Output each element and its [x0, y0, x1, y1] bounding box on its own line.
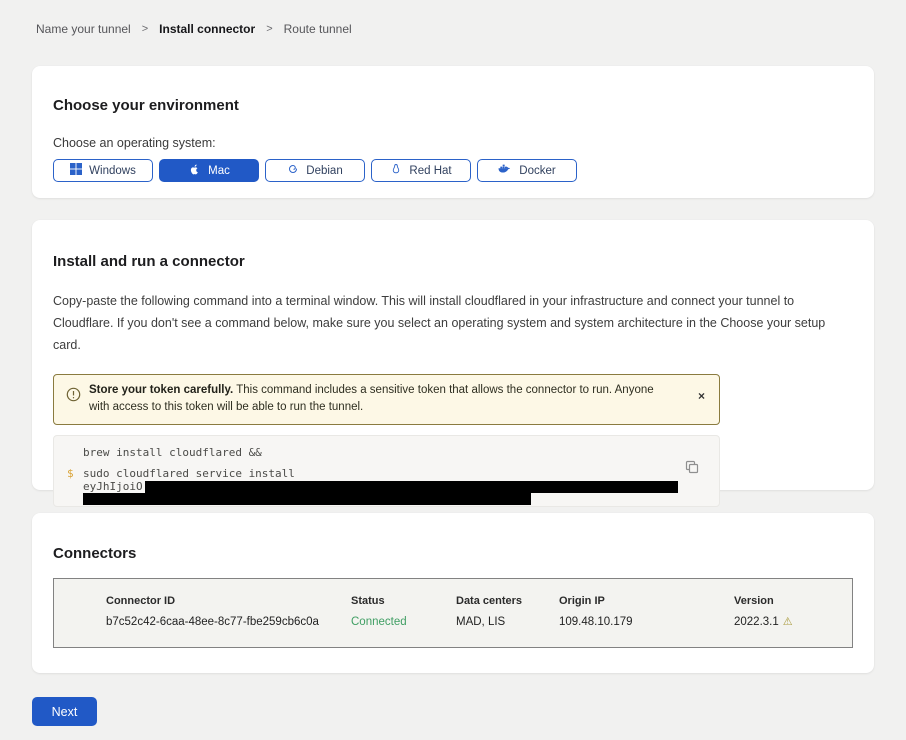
- breadcrumb-step-name-your-tunnel[interactable]: Name your tunnel: [36, 22, 131, 36]
- breadcrumb-separator: >: [142, 23, 148, 35]
- token-prefix: eyJhIjoiO: [83, 480, 143, 493]
- os-button-label: Red Hat: [409, 165, 451, 177]
- connectors-table: Connector ID Status Data centers Origin …: [53, 578, 853, 648]
- code-command: sudo cloudflared service install: [83, 467, 295, 480]
- column-header-connector-id: Connector ID: [106, 595, 351, 607]
- os-button-group: Windows Mac Debian Red Hat Docker: [53, 159, 853, 182]
- version-value: 2022.3.1 ⚠: [734, 615, 852, 628]
- alert-title: Store your token carefully.: [89, 384, 233, 396]
- environment-card: Choose your environment Choose an operat…: [32, 66, 874, 198]
- status-badge: Connected: [351, 616, 456, 628]
- data-centers-value: MAD, LIS: [456, 616, 559, 628]
- os-button-label: Windows: [89, 165, 136, 177]
- breadcrumb-step-route-tunnel[interactable]: Route tunnel: [284, 22, 352, 36]
- install-description: Copy-paste the following command into a …: [53, 291, 853, 357]
- copy-icon[interactable]: [685, 460, 699, 477]
- next-button[interactable]: Next: [32, 697, 97, 726]
- environment-card-title: Choose your environment: [53, 66, 853, 114]
- table-row: b7c52c42-6caa-48ee-8c77-fbe259cb6c0a Con…: [106, 615, 852, 628]
- install-command-codeblock: brew install cloudflared && $ sudo cloud…: [53, 435, 720, 507]
- install-card-title: Install and run a connector: [53, 220, 853, 270]
- connectors-table-header: Connector ID Status Data centers Origin …: [106, 595, 852, 607]
- redhat-icon: [390, 163, 402, 178]
- shell-prompt: $: [67, 467, 83, 480]
- origin-ip-value: 109.48.10.179: [559, 616, 734, 628]
- version-warning-icon: ⚠: [783, 615, 793, 628]
- version-number: 2022.3.1: [734, 616, 779, 628]
- os-button-debian[interactable]: Debian: [265, 159, 365, 182]
- connectors-card: Connectors Connector ID Status Data cent…: [32, 513, 874, 673]
- install-connector-card: Install and run a connector Copy-paste t…: [32, 220, 874, 490]
- os-button-docker[interactable]: Docker: [477, 159, 577, 182]
- os-button-label: Docker: [519, 165, 555, 177]
- os-button-windows[interactable]: Windows: [53, 159, 153, 182]
- os-button-label: Mac: [208, 165, 230, 177]
- os-button-redhat[interactable]: Red Hat: [371, 159, 471, 182]
- windows-icon: [70, 163, 82, 178]
- column-header-data-centers: Data centers: [456, 595, 559, 607]
- connector-id-value: b7c52c42-6caa-48ee-8c77-fbe259cb6c0a: [106, 616, 351, 628]
- token-warning-alert: Store your token carefully. This command…: [53, 374, 720, 426]
- os-button-mac[interactable]: Mac: [159, 159, 259, 182]
- redacted-token-bar: [145, 481, 678, 493]
- alert-close-icon[interactable]: ×: [698, 390, 705, 402]
- apple-icon: [188, 163, 201, 179]
- os-select-label: Choose an operating system:: [53, 136, 853, 150]
- column-header-version: Version: [734, 595, 852, 607]
- os-button-label: Debian: [306, 165, 342, 177]
- alert-circle-icon: [66, 387, 81, 409]
- alert-text: Store your token carefully. This command…: [89, 382, 698, 418]
- breadcrumb-separator: >: [266, 23, 272, 35]
- column-header-status: Status: [351, 595, 456, 607]
- code-line-2: $ sudo cloudflared service install: [54, 467, 719, 480]
- column-header-origin-ip: Origin IP: [559, 595, 734, 607]
- docker-icon: [498, 163, 512, 178]
- debian-icon: [287, 163, 299, 178]
- connectors-card-title: Connectors: [53, 513, 853, 562]
- code-line-1: brew install cloudflared &&: [54, 446, 719, 459]
- code-token-line: eyJhIjoiO: [54, 480, 719, 493]
- breadcrumb: Name your tunnel > Install connector > R…: [36, 22, 352, 36]
- redacted-token-bar: [83, 493, 531, 505]
- breadcrumb-step-install-connector[interactable]: Install connector: [159, 22, 255, 36]
